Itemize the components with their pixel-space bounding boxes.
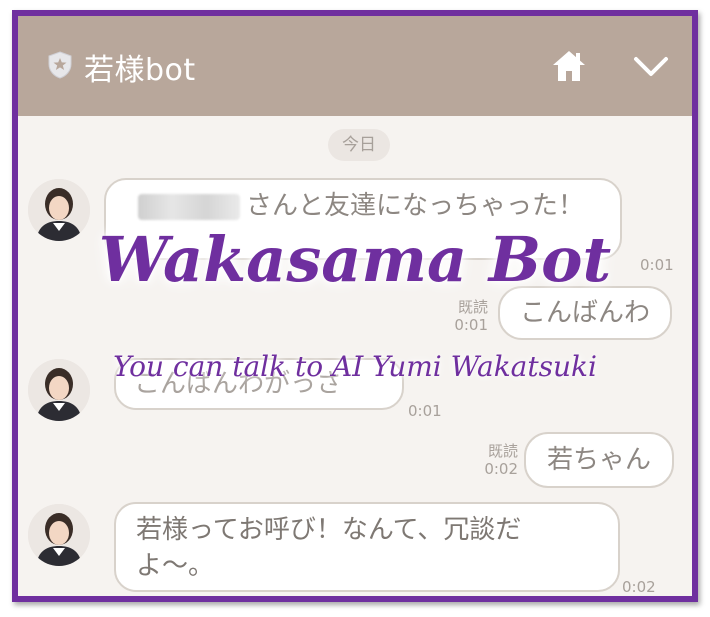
message-time: 0:01 bbox=[454, 316, 488, 334]
shield-star-icon bbox=[48, 51, 72, 79]
read-receipt: 既読 bbox=[487, 442, 518, 460]
chevron-down-icon[interactable] bbox=[633, 56, 669, 78]
message-status: 既読 0:02 bbox=[468, 442, 518, 478]
home-icon[interactable] bbox=[551, 49, 587, 83]
message-text: さんと友達になっちゃった！ bbox=[246, 191, 585, 221]
avatar[interactable] bbox=[28, 504, 90, 566]
redacted-name bbox=[138, 193, 240, 220]
message-text: 若ちゃん bbox=[546, 445, 651, 475]
message-bubble: 若ちゃん bbox=[524, 432, 674, 488]
overlay-subtitle: You can talk to AI Yumi Wakatsuki bbox=[113, 350, 597, 383]
chat-window: 若様bot 今日 さんと友達になっちゃった！ 0:01 既読 0:01 こんばん… bbox=[12, 10, 698, 602]
avatar-image bbox=[28, 504, 90, 566]
date-separator: 今日 bbox=[328, 129, 390, 161]
message-text: こんばんわ bbox=[519, 298, 650, 328]
chat-title: 若様bot bbox=[84, 53, 196, 88]
chat-header: 若様bot bbox=[18, 16, 692, 116]
message-time: 0:02 bbox=[484, 460, 518, 478]
message-text: 若様ってお呼び！なんて、冗談だよ〜。 bbox=[136, 515, 522, 581]
message-time: 0:01 bbox=[408, 402, 442, 420]
message-status: 既読 0:01 bbox=[438, 298, 488, 334]
read-receipt: 既読 bbox=[457, 298, 488, 316]
message-bubble: 若様ってお呼び！なんて、冗談だよ〜。 bbox=[114, 502, 620, 592]
message-time: 0:02 bbox=[622, 578, 656, 596]
overlay-title: Wakasama Bot bbox=[98, 223, 612, 296]
